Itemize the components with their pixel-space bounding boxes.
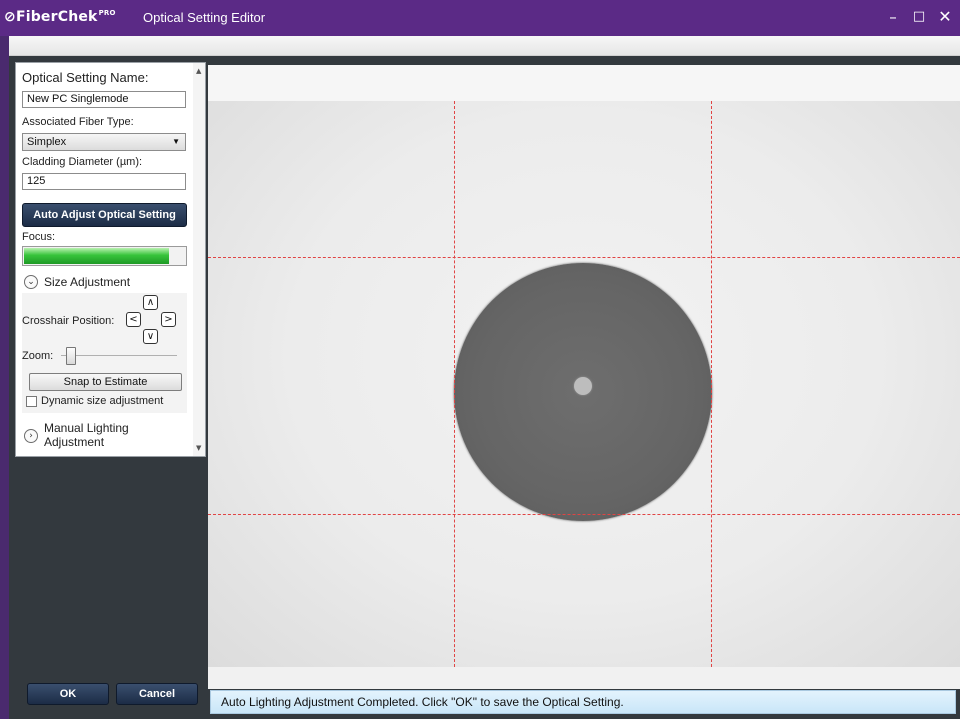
fiber-core bbox=[574, 377, 592, 395]
title-bar[interactable]: ⊘FiberChekPRO Optical Setting Editor – □… bbox=[0, 0, 960, 36]
snap-to-estimate-button[interactable]: Snap to Estimate bbox=[29, 373, 182, 391]
size-adjustment-toggle[interactable]: Size Adjustment bbox=[44, 275, 130, 289]
brand-name: FiberChek bbox=[15, 9, 98, 25]
auto-adjust-button[interactable]: Auto Adjust Optical Setting bbox=[22, 203, 187, 227]
panel-scrollbar[interactable]: ▲ ▼ bbox=[193, 63, 205, 456]
chevron-right-circle-icon[interactable]: › bbox=[24, 429, 38, 443]
fiber-type-label: Associated Fiber Type: bbox=[22, 116, 134, 128]
fiber-type-value: Simplex bbox=[27, 136, 67, 148]
crosshair-left-button[interactable]: < bbox=[126, 312, 141, 327]
close-button[interactable]: ✕ bbox=[934, 6, 956, 28]
brand-superscript: PRO bbox=[98, 9, 116, 18]
focus-meter-fill bbox=[24, 248, 169, 264]
focus-label: Focus: bbox=[22, 231, 56, 243]
cancel-button[interactable]: Cancel bbox=[116, 683, 198, 705]
scroll-down-icon[interactable]: ▼ bbox=[196, 444, 201, 452]
no-symbol-icon: ⊘ bbox=[4, 9, 16, 25]
manual-lighting-toggle[interactable]: Manual Lighting Adjustment bbox=[44, 421, 129, 449]
focus-meter bbox=[22, 246, 187, 266]
crosshair-up-button[interactable]: ∧ bbox=[143, 295, 158, 310]
manual-lighting-line2: Adjustment bbox=[44, 435, 105, 449]
setting-name-input[interactable]: New PC Singlemode bbox=[22, 91, 186, 108]
crosshair-line-left bbox=[454, 101, 455, 667]
manual-lighting-line1: Manual Lighting bbox=[44, 421, 129, 435]
fiber-type-select[interactable]: Simplex ▼ bbox=[22, 133, 186, 151]
app-window: ⊘FiberChekPRO Optical Setting Editor – □… bbox=[0, 0, 960, 719]
minimize-button[interactable]: – bbox=[882, 6, 904, 28]
setting-name-label: Optical Setting Name: bbox=[22, 70, 149, 85]
zoom-slider-thumb[interactable] bbox=[66, 347, 76, 365]
crosshair-line-bottom bbox=[208, 514, 960, 515]
ok-button[interactable]: OK bbox=[27, 683, 109, 705]
maximize-button[interactable]: □ bbox=[908, 6, 930, 28]
dynamic-size-checkbox[interactable] bbox=[26, 396, 37, 407]
settings-panel: Optical Setting Name: New PC Singlemode … bbox=[15, 62, 206, 457]
zoom-slider-track[interactable] bbox=[61, 355, 177, 356]
fiber-end-face-image[interactable] bbox=[208, 101, 960, 667]
zoom-label: Zoom: bbox=[22, 350, 54, 362]
crosshair-position-label: Crosshair Position: bbox=[22, 315, 115, 327]
status-message: Auto Lighting Adjustment Completed. Clic… bbox=[210, 690, 956, 714]
cladding-diameter-input[interactable]: 125 bbox=[22, 173, 186, 190]
cladding-diameter-label: Cladding Diameter (µm): bbox=[22, 156, 143, 168]
window-title: Optical Setting Editor bbox=[143, 10, 266, 25]
toolbar-strip bbox=[9, 36, 960, 56]
viewer-header bbox=[208, 65, 960, 101]
crosshair-down-button[interactable]: ∨ bbox=[143, 329, 158, 344]
dynamic-size-label: Dynamic size adjustment bbox=[41, 395, 164, 407]
crosshair-line-right bbox=[711, 101, 712, 667]
image-viewer[interactable] bbox=[208, 65, 960, 689]
scroll-up-icon[interactable]: ▲ bbox=[196, 67, 201, 75]
crosshair-right-button[interactable]: > bbox=[161, 312, 176, 327]
dropdown-caret-icon: ▼ bbox=[172, 137, 180, 146]
chevron-down-circle-icon[interactable]: ⌄ bbox=[24, 275, 38, 289]
crosshair-line-top bbox=[208, 257, 960, 258]
app-logo: ⊘FiberChekPRO bbox=[4, 9, 116, 25]
